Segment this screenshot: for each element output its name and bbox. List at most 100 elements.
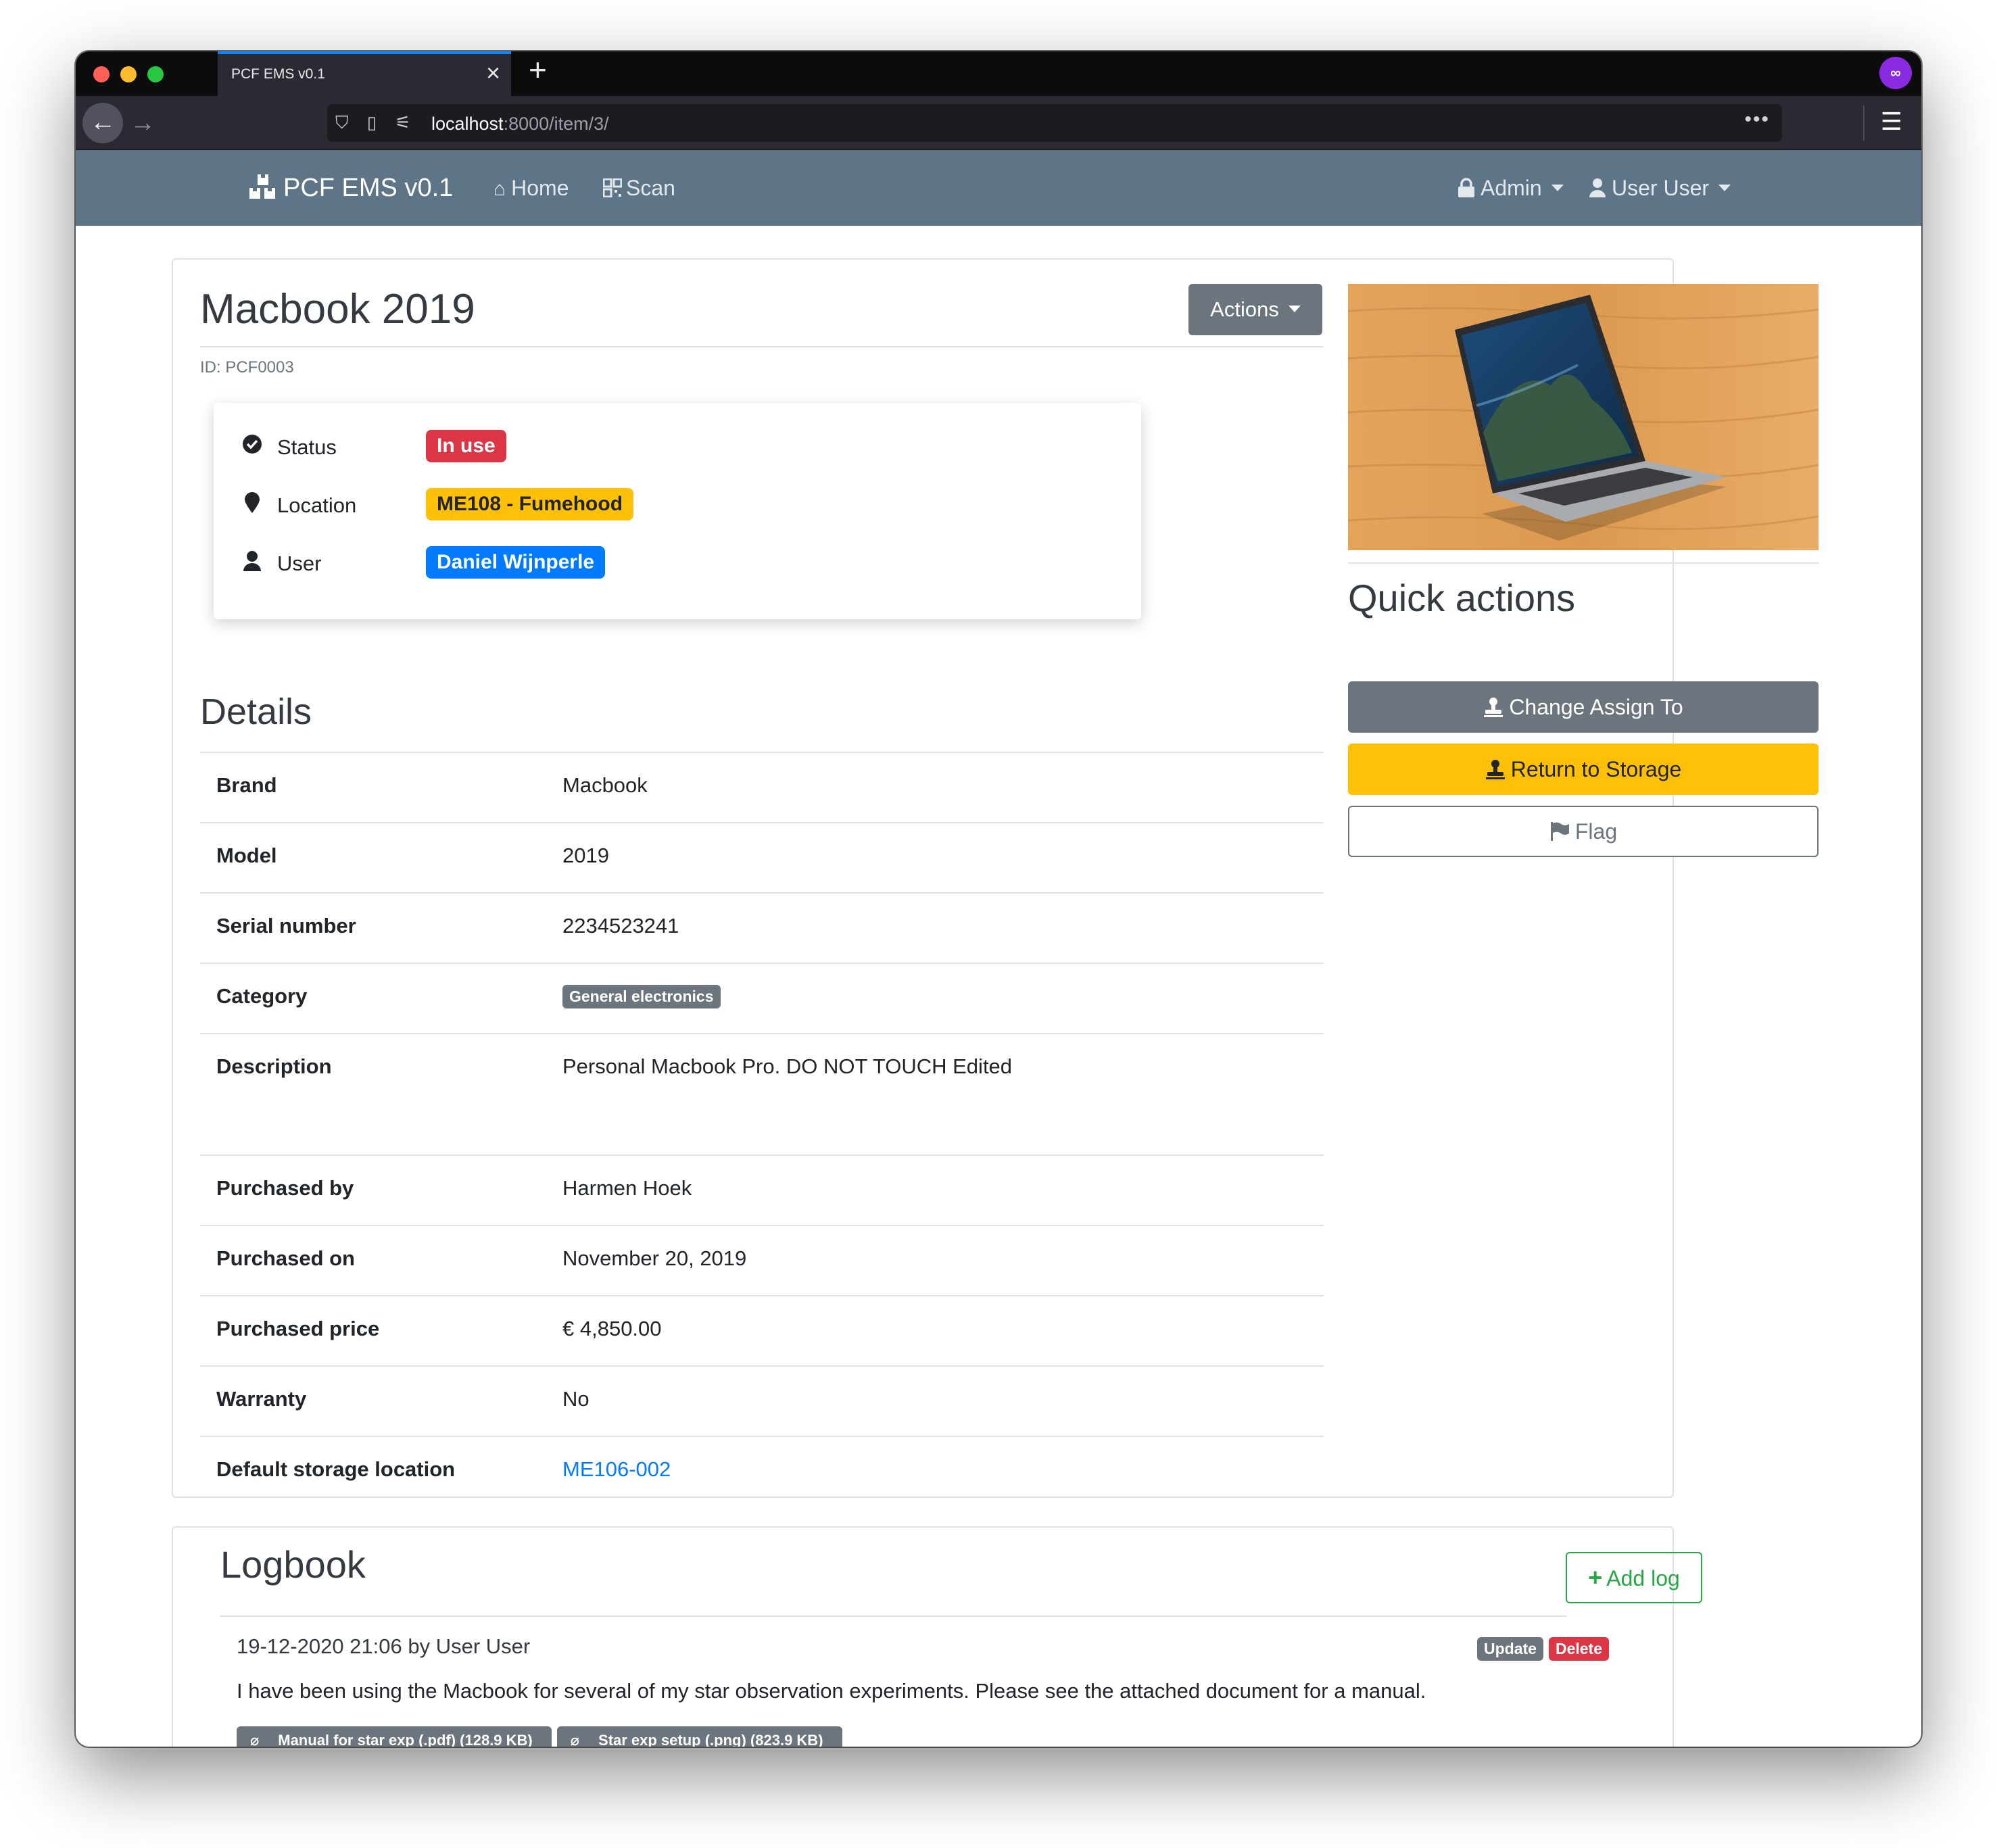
table-row: Description Personal Macbook Pro. DO NOT… [200, 1033, 1324, 1154]
details-heading: Details [200, 691, 312, 732]
forward-arrow-icon[interactable]: → [130, 105, 155, 141]
stamp-icon [1484, 698, 1503, 717]
row-label: Warranty [216, 1387, 307, 1411]
menu-icon[interactable]: ☰ [1881, 110, 1902, 134]
table-row: Default storage location ME106-002 [200, 1436, 1324, 1506]
stamp-icon [1485, 760, 1505, 779]
browser-window: PCF EMS v0.1 × + ∞ ← → ⛉ ▯ ⚟ localhost:8… [76, 51, 1921, 1747]
row-label: Description [216, 1054, 332, 1078]
table-row: Category General electronics [200, 963, 1324, 1033]
shield-icon[interactable]: ⛉ ▯ ⚟ [335, 112, 418, 134]
delete-log-button[interactable]: Delete [1548, 1637, 1609, 1661]
row-label: Serial number [216, 914, 356, 938]
divider [220, 1615, 1567, 1617]
row-value: November 20, 2019 [562, 1246, 747, 1270]
item-id: ID: PCF0003 [200, 358, 294, 376]
zoom-window-button[interactable] [147, 66, 164, 82]
user-icon [1589, 178, 1606, 197]
paperclip-icon: ⌀ [243, 1729, 266, 1747]
table-row: Model 2019 [200, 822, 1324, 892]
brand-link[interactable]: PCF EMS v0.1 [248, 173, 453, 203]
quick-actions-heading: Quick actions [1348, 577, 1576, 619]
flag-button[interactable]: Flag [1348, 806, 1819, 857]
user-dropdown[interactable]: User User [1589, 176, 1731, 201]
private-browsing-icon[interactable]: ∞ [1879, 57, 1912, 89]
item-card: Macbook 2019 Actions ID: PCF0003 Status … [172, 258, 1819, 1498]
chevron-down-icon [1288, 306, 1301, 312]
category-badge: General electronics [562, 985, 721, 1008]
chevron-down-icon [1718, 185, 1731, 191]
location-label: Location [277, 493, 357, 517]
divider [200, 346, 1324, 347]
table-row: Brand Macbook [200, 752, 1324, 822]
attachment-link[interactable]: ⌀ Star exp setup (.png) (823.9 KB) [556, 1726, 842, 1747]
plus-icon: + [1588, 1563, 1603, 1591]
page-actions-icon[interactable]: ••• [1744, 108, 1770, 131]
minimize-window-button[interactable] [120, 66, 137, 82]
details-table: Brand Macbook Model 2019 Serial number 2… [200, 752, 1324, 1506]
map-marker-icon [241, 492, 264, 519]
boxes-icon [249, 174, 275, 199]
row-value: General electronics [562, 983, 721, 1008]
add-log-button[interactable]: + Add log [1566, 1552, 1702, 1603]
row-label: Purchased by [216, 1176, 354, 1200]
row-value: No [562, 1387, 590, 1411]
location-badge[interactable]: ME108 - Fumehood [426, 488, 634, 520]
storage-location-link[interactable]: ME106-002 [562, 1457, 671, 1482]
log-entry-meta: 19-12-2020 21:06 by User User [237, 1634, 531, 1658]
home-icon: ⌂ [494, 178, 506, 200]
log-entry-text: I have been using the Macbook for severa… [237, 1679, 1426, 1703]
check-circle-icon [241, 434, 264, 460]
log-entry-actions: Update Delete [1472, 1637, 1609, 1661]
url-bar[interactable]: ⛉ ▯ ⚟ localhost:8000/item/3/ ••• [327, 104, 1782, 142]
back-arrow-icon[interactable]: ← [82, 103, 123, 143]
close-tab-icon[interactable]: × [486, 61, 500, 85]
flag-icon [1550, 822, 1569, 841]
tab-title: PCF EMS v0.1 [231, 66, 325, 82]
user-icon [241, 550, 264, 577]
actions-dropdown-button[interactable]: Actions [1188, 284, 1322, 335]
return-to-storage-button[interactable]: Return to Storage [1348, 744, 1819, 795]
table-row: Purchased price € 4,850.00 [200, 1295, 1324, 1365]
change-assign-button[interactable]: Change Assign To [1348, 681, 1819, 733]
chevron-down-icon [1551, 185, 1564, 191]
table-row: Purchased on November 20, 2019 [200, 1225, 1324, 1295]
row-value: Personal Macbook Pro. DO NOT TOUCH Edite… [562, 1054, 1013, 1078]
item-photo [1348, 284, 1819, 550]
status-summary-card: Status In use Location ME108 - Fumehood … [214, 403, 1141, 619]
toolbar-divider [1863, 105, 1864, 141]
logbook-card: Logbook + Add log 19-12-2020 21:06 by Use… [172, 1526, 1702, 1747]
row-label: Purchased on [216, 1246, 355, 1270]
lock-icon [1458, 178, 1474, 197]
url-text[interactable]: localhost:8000/item/3/ [431, 114, 609, 135]
log-attachments: ⌀ Manual for star exp (.pdf) (128.9 KB) ⌀… [237, 1726, 848, 1747]
browser-toolbar: ← → ⛉ ▯ ⚟ localhost:8000/item/3/ ••• ☰ [76, 96, 1921, 150]
attachment-link[interactable]: ⌀ Manual for star exp (.pdf) (128.9 KB) [237, 1726, 552, 1747]
row-label: Brand [216, 773, 277, 797]
tab-strip: PCF EMS v0.1 × + ∞ [76, 51, 1921, 96]
table-row: Serial number 2234523241 [200, 892, 1324, 963]
row-label: Model [216, 844, 277, 867]
new-tab-icon[interactable]: + [529, 54, 547, 85]
update-log-button[interactable]: Update [1477, 1637, 1543, 1661]
logbook-heading: Logbook [220, 1543, 366, 1586]
row-value: 2019 [562, 844, 609, 867]
admin-dropdown[interactable]: Admin [1458, 176, 1564, 201]
browser-tab[interactable]: PCF EMS v0.1 × [218, 51, 511, 96]
row-label: Purchased price [216, 1317, 380, 1340]
paperclip-icon: ⌀ [563, 1729, 587, 1747]
row-value: Harmen Hoek [562, 1176, 692, 1200]
table-row: Warranty No [200, 1365, 1324, 1436]
divider [1348, 562, 1819, 564]
status-label: Status [277, 435, 337, 459]
app-navbar: PCF EMS v0.1 ⌂ Home Scan Admin User User [76, 150, 1921, 226]
row-value: 2234523241 [562, 914, 679, 938]
page-title: Macbook 2019 [200, 286, 475, 333]
user-label: User [277, 552, 322, 575]
row-value: € 4,850.00 [562, 1317, 662, 1340]
close-window-button[interactable] [93, 66, 110, 82]
nav-home-link[interactable]: ⌂ Home [494, 176, 569, 201]
user-badge[interactable]: Daniel Wijnperle [426, 546, 606, 579]
table-row: Purchased by Harmen Hoek [200, 1154, 1324, 1225]
nav-scan-link[interactable]: Scan [603, 176, 675, 201]
